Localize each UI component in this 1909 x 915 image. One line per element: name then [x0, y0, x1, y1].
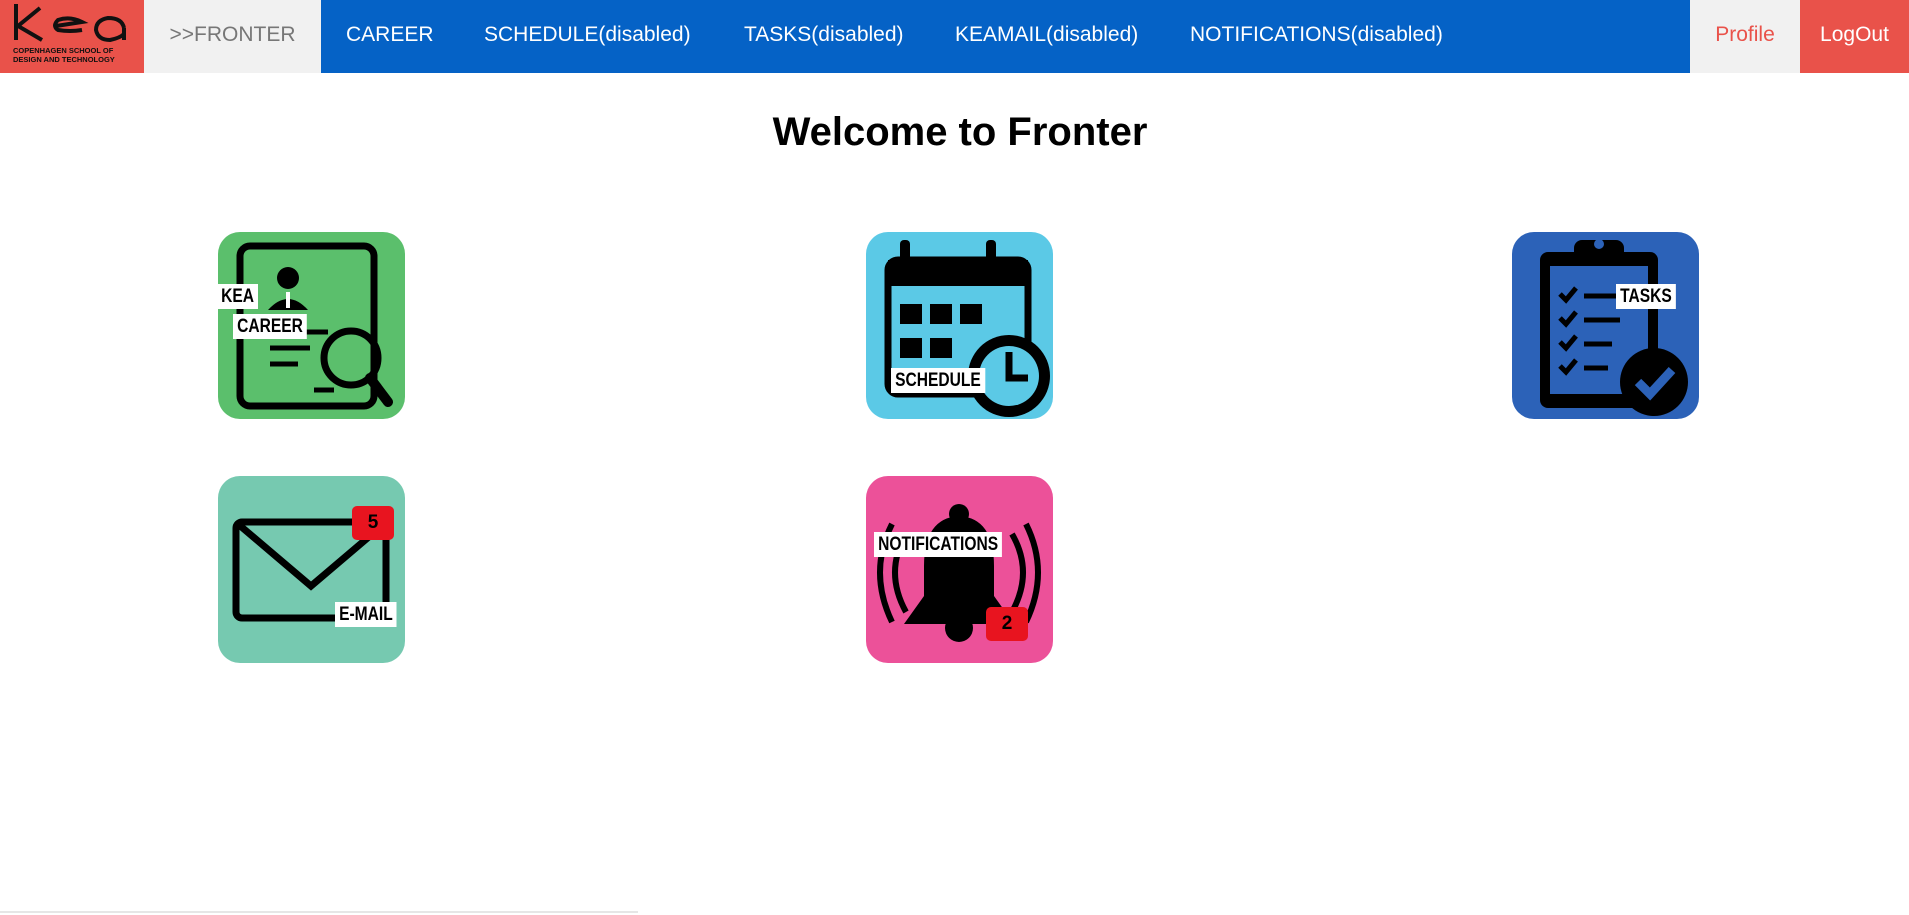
notifications-tile[interactable]: NOTIFICATIONS 2 — [866, 476, 1053, 663]
top-navbar: COPENHAGEN SCHOOL OF DESIGN AND TECHNOLO… — [0, 0, 1909, 73]
career-label-kea: KEA — [218, 284, 259, 309]
clipboard-check-icon — [1540, 239, 1688, 416]
email-label: E-MAIL — [335, 602, 397, 627]
nav-tasks[interactable]: TASKS(disabled) — [744, 0, 904, 73]
envelope-icon — [232, 518, 390, 622]
logo-subtext: COPENHAGEN SCHOOL OF DESIGN AND TECHNOLO… — [13, 46, 115, 64]
career-tile[interactable]: KEA CAREER — [218, 232, 405, 419]
page-title: Welcome to Fronter — [772, 110, 1148, 154]
tasks-tile[interactable]: TASKS — [1512, 232, 1699, 419]
notifications-label: NOTIFICATIONS — [874, 532, 1003, 557]
nav-notifications[interactable]: NOTIFICATIONS(disabled) — [1190, 0, 1443, 73]
career-label-career: CAREER — [233, 314, 307, 339]
tasks-label: TASKS — [1616, 284, 1676, 309]
schedule-tile[interactable]: SCHEDULE — [866, 232, 1053, 419]
schedule-label: SCHEDULE — [891, 368, 985, 393]
nav-career[interactable]: CAREER — [346, 0, 434, 73]
email-tile[interactable]: 5 E-MAIL — [218, 476, 405, 663]
notifications-count-badge: 2 — [986, 607, 1028, 641]
nav-fronter[interactable]: >>FRONTER — [144, 0, 321, 73]
logout-button[interactable]: LogOut — [1800, 0, 1909, 73]
email-unread-badge: 5 — [352, 506, 394, 540]
kea-wordmark-icon — [14, 4, 126, 43]
profile-link[interactable]: Profile — [1690, 0, 1800, 73]
kea-logo[interactable]: COPENHAGEN SCHOOL OF DESIGN AND TECHNOLO… — [0, 0, 144, 73]
bottom-divider — [0, 911, 638, 913]
nav-keamail[interactable]: KEAMAIL(disabled) — [955, 0, 1138, 73]
nav-schedule[interactable]: SCHEDULE(disabled) — [484, 0, 691, 73]
